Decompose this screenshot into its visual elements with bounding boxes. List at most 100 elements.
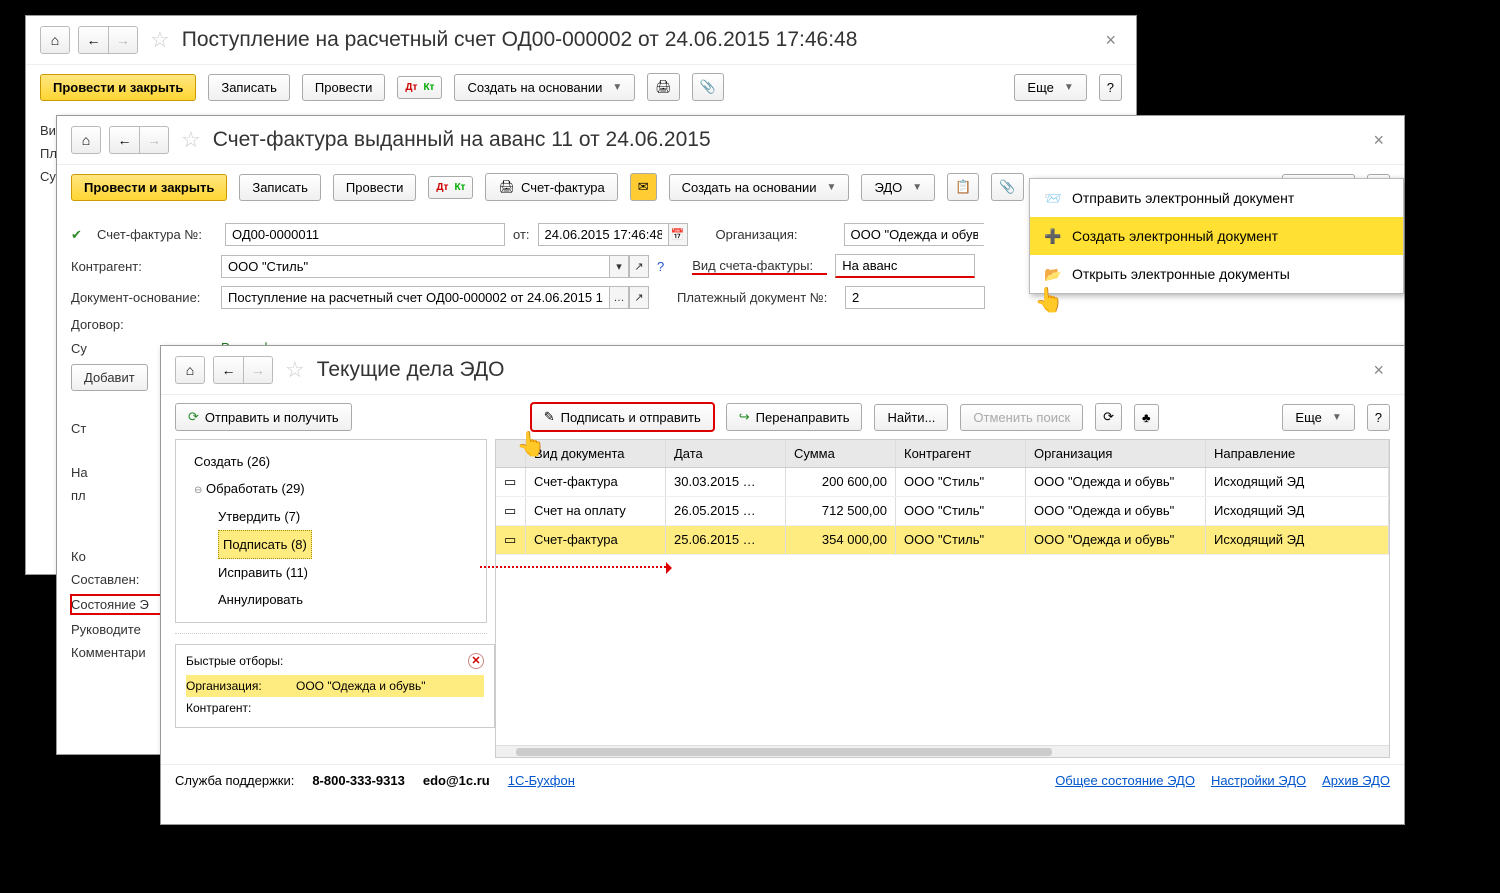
filters: Быстрые отборы: ✕ Организация: ООО "Одеж…: [175, 644, 495, 728]
doc-icon: ▭: [504, 532, 516, 547]
org-input[interactable]: [844, 223, 984, 246]
post-close-button[interactable]: Провести и закрыть: [71, 174, 227, 201]
lbl-invoice-no: Счет-фактура №:: [97, 227, 217, 242]
post-close-button[interactable]: Провести и закрыть: [40, 74, 196, 101]
refresh-button[interactable]: ⟳: [1095, 403, 1122, 431]
col-doc[interactable]: Вид документа: [526, 440, 666, 467]
tree-icon[interactable]: ♣: [1134, 404, 1159, 431]
invoice-button[interactable]: 🖨Счет-фактура: [485, 173, 617, 201]
doc-icon: ▭: [504, 474, 516, 489]
sign-send-button[interactable]: ✎Подписать и отправить: [531, 403, 714, 431]
edo-button[interactable]: ЭДО▼: [861, 174, 935, 201]
open-icon[interactable]: ↗: [629, 286, 649, 309]
col-sum[interactable]: Сумма: [786, 440, 896, 467]
link-archive[interactable]: Архив ЭДО: [1322, 773, 1390, 788]
create-based-button[interactable]: Создать на основании▼: [454, 74, 635, 101]
table-row[interactable]: ▭ Счет-фактура 30.03.2015 … 200 600,00 О…: [496, 468, 1389, 497]
find-button[interactable]: Найти...: [874, 404, 948, 431]
col-org[interactable]: Организация: [1026, 440, 1206, 467]
link-bukhfon[interactable]: 1С-Бухфон: [508, 773, 575, 788]
create-based-button[interactable]: Создать на основании▼: [669, 174, 850, 201]
lbl-type: Вид счета-фактуры:: [692, 258, 827, 275]
save-button[interactable]: Записать: [208, 74, 290, 101]
mi-open[interactable]: 📂 Открыть электронные документы: [1030, 255, 1403, 293]
toolbar-w3: ⟳Отправить и получить ✎Подписать и отпра…: [161, 395, 1404, 439]
home-button[interactable]: ⌂: [71, 126, 101, 154]
open-icon[interactable]: ↗: [629, 255, 649, 278]
tree-cancel[interactable]: Аннулировать: [186, 586, 476, 613]
filter-contr[interactable]: Контрагент:: [186, 697, 484, 719]
redirect-icon: ↪: [739, 409, 750, 425]
dtkt-icon[interactable]: ДтКт: [428, 176, 473, 199]
mi-send[interactable]: 📨 Отправить электронный документ: [1030, 179, 1403, 217]
scrollbar-h[interactable]: [496, 745, 1389, 757]
back-button[interactable]: ←: [78, 26, 108, 54]
post-button[interactable]: Провести: [333, 174, 417, 201]
col-dir[interactable]: Направление: [1206, 440, 1389, 467]
contr-input[interactable]: [221, 255, 609, 278]
calendar-icon[interactable]: 📅: [668, 223, 688, 246]
attach-icon[interactable]: 📎: [692, 73, 724, 101]
send-recv-button[interactable]: ⟳Отправить и получить: [175, 403, 352, 431]
plus-icon: ➕: [1044, 227, 1062, 245]
mi-create[interactable]: ➕ Создать электронный документ: [1030, 217, 1403, 255]
table-row[interactable]: ▭ Счет на оплату 26.05.2015 … 712 500,00…: [496, 497, 1389, 526]
filter-org[interactable]: Организация: ООО "Одежда и обувь": [186, 675, 484, 697]
close-button[interactable]: ×: [1099, 30, 1122, 51]
structure-icon[interactable]: 📋: [947, 173, 979, 201]
home-button[interactable]: ⌂: [175, 356, 205, 384]
table-row[interactable]: ▭ Счет-фактура 25.06.2015 … 354 000,00 О…: [496, 526, 1389, 555]
tree-process[interactable]: ⊖ Обработать (29): [186, 475, 476, 502]
attach-icon[interactable]: 📎: [991, 173, 1023, 201]
dtkt-icon[interactable]: ДтКт: [397, 76, 442, 99]
close-button[interactable]: ×: [1367, 360, 1390, 381]
link-state[interactable]: Общее состояние ЭДО: [1055, 773, 1195, 788]
payment-input[interactable]: [845, 286, 985, 309]
tree-approve[interactable]: Утвердить (7): [186, 503, 476, 530]
more-button[interactable]: Еще▼: [1014, 74, 1086, 101]
forward-button[interactable]: →: [108, 26, 138, 54]
dropdown-icon[interactable]: ▾: [609, 255, 629, 278]
right-panel: Вид документа Дата Сумма Контрагент Орга…: [495, 439, 1390, 758]
clear-icon[interactable]: ✕: [468, 653, 484, 669]
forward-button[interactable]: →: [139, 126, 169, 154]
back-button[interactable]: ←: [213, 356, 243, 384]
mail-icon[interactable]: ✉: [630, 173, 657, 201]
save-button[interactable]: Записать: [239, 174, 321, 201]
post-button[interactable]: Провести: [302, 74, 386, 101]
folder-icon: 📂: [1044, 265, 1062, 283]
home-button[interactable]: ⌂: [40, 26, 70, 54]
col-contr[interactable]: Контрагент: [896, 440, 1026, 467]
tree-create[interactable]: Создать (26): [186, 448, 476, 475]
invoice-no-input[interactable]: [225, 223, 505, 246]
favorite-icon[interactable]: ☆: [177, 127, 205, 153]
favorite-icon[interactable]: ☆: [146, 27, 174, 53]
type-input[interactable]: [835, 254, 975, 278]
toolbar-w1: Провести и закрыть Записать Провести ДтК…: [26, 65, 1136, 109]
ellipsis-icon[interactable]: …: [609, 286, 629, 309]
cancel-find-button[interactable]: Отменить поиск: [960, 404, 1083, 431]
help-button[interactable]: ?: [1099, 74, 1122, 101]
more-button[interactable]: Еще▼: [1282, 404, 1354, 431]
titlebar-w1: ⌂ ← → ☆ Поступление на расчетный счет ОД…: [26, 16, 1136, 65]
tree-fix[interactable]: Исправить (11): [186, 559, 476, 586]
col-date[interactable]: Дата: [666, 440, 786, 467]
lbl-payment: Платежный документ №:: [677, 290, 837, 305]
window-title: Поступление на расчетный счет ОД00-00000…: [182, 28, 1092, 52]
favorite-icon[interactable]: ☆: [281, 357, 309, 383]
titlebar-w2: ⌂ ← → ☆ Счет-фактура выданный на аванс 1…: [57, 116, 1404, 165]
back-button[interactable]: ←: [109, 126, 139, 154]
redirect-button[interactable]: ↪Перенаправить: [726, 403, 863, 431]
close-button[interactable]: ×: [1367, 130, 1390, 151]
tree-sign[interactable]: Подписать (8): [186, 530, 476, 559]
forward-button[interactable]: →: [243, 356, 273, 384]
date-input[interactable]: [538, 223, 668, 246]
help-button[interactable]: ?: [1367, 404, 1390, 431]
link-settings[interactable]: Настройки ЭДО: [1211, 773, 1306, 788]
lbl-basis: Документ-основание:: [71, 290, 213, 305]
table-header: Вид документа Дата Сумма Контрагент Орга…: [496, 440, 1389, 468]
print-icon[interactable]: 🖨: [647, 73, 680, 101]
info-icon[interactable]: ?: [657, 259, 664, 274]
add-button[interactable]: Добавит: [71, 364, 148, 391]
basis-input[interactable]: [221, 286, 609, 309]
